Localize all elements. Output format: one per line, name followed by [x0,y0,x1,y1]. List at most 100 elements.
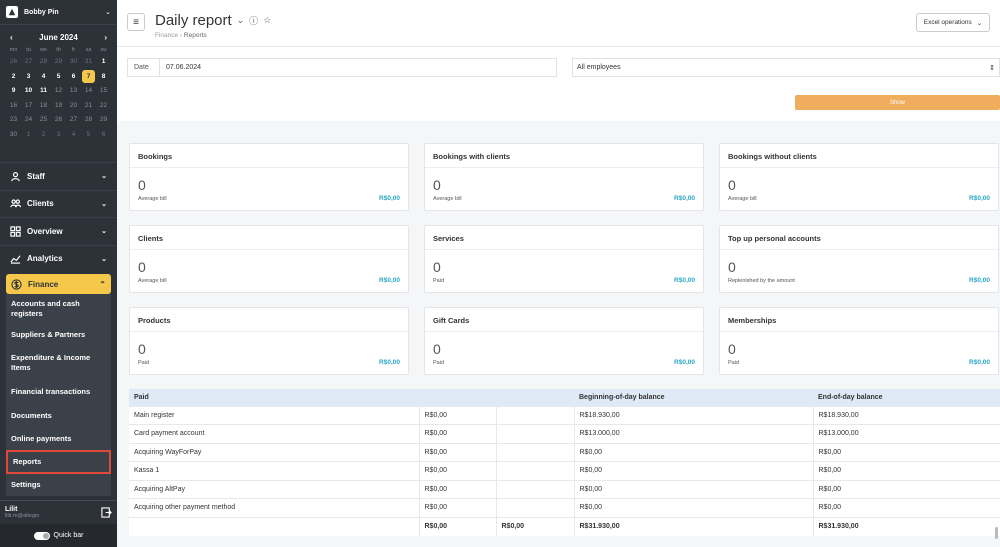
col-blank-2 [496,389,574,406]
calendar-day[interactable]: 20 [66,99,81,114]
calendar-day-selected[interactable]: 7 [81,69,96,85]
card-subtitle: Paid [433,360,445,366]
submenu-settings[interactable]: Settings [6,474,111,496]
nav-clients[interactable]: Clients ⌄ [0,189,117,218]
chevron-down-icon: ⌄ [976,19,983,27]
calendar-day[interactable]: 24 [21,113,36,128]
logout-icon[interactable] [101,507,112,518]
calendar-day[interactable]: 31 [81,55,96,70]
calendar-day[interactable]: 12 [51,84,66,99]
page-header: ≡ Daily report ⌄ ⓘ ☆ Finance › Reports E… [117,0,1000,46]
calendar-day-number: 3 [56,130,61,138]
nav-overview[interactable]: Overview ⌄ [0,217,117,245]
calendar-day[interactable]: 15 [96,84,111,99]
calendar-day[interactable]: 27 [66,113,81,128]
calendar-day[interactable]: 28 [81,113,96,128]
calendar-day[interactable]: 14 [81,84,96,99]
menu-toggle-button[interactable]: ≡ [127,13,145,31]
card-subtitle: Average bill [728,196,757,202]
calendar-day[interactable]: 18 [36,99,51,114]
table-total-cell: R$31.930,00 [574,516,814,536]
calendar-day-number: 26 [9,58,18,65]
calendar-day[interactable]: 28 [36,55,51,70]
calendar-day[interactable]: 6 [66,70,81,85]
breadcrumb-finance[interactable]: Finance [155,32,178,39]
card-title: Gift Cards [425,308,703,332]
calendar-day[interactable]: 25 [36,113,51,128]
toggle-switch[interactable] [33,531,50,540]
calendar-day-number: 18 [39,101,48,109]
calendar-day[interactable]: 3 [21,70,36,85]
page-title[interactable]: Daily report [155,12,232,29]
calendar-day[interactable]: 2 [6,70,21,85]
employee-select[interactable]: All employees ⇕ [572,58,1000,77]
calendar-day[interactable]: 8 [96,70,111,85]
submenu-reports[interactable]: Reports [6,450,111,474]
card-amount: R$0,00 [969,277,990,284]
breadcrumb: Finance › Reports [155,32,990,39]
excel-operations-button[interactable]: Excel operations ⌄ [916,13,990,32]
calendar-day[interactable]: 29 [96,113,111,128]
nav-finance[interactable]: Finance ⌃ [6,274,111,294]
clients-icon [10,198,22,210]
info-icon[interactable]: ⓘ [249,14,258,27]
calendar-day[interactable]: 16 [6,99,21,114]
calendar-day[interactable]: 23 [6,113,21,128]
chevron-down-icon[interactable]: ⌄ [237,15,245,26]
table-total-cell [129,516,420,536]
scrollbar[interactable] [995,527,998,539]
submenu-suppliers[interactable]: Suppliers & Partners [6,324,111,346]
calendar-day-number: 6 [71,72,76,80]
summary-card: Bookings 0 Average bill R$0,00 [129,143,409,211]
calendar-day[interactable]: 30 [66,55,81,70]
calendar-day[interactable]: 11 [36,84,51,99]
calendar-day[interactable]: 4 [36,70,51,85]
card-title: Bookings [130,144,408,168]
calendar-prev-button[interactable]: ‹ [10,33,13,42]
star-icon[interactable]: ☆ [263,15,271,26]
show-button[interactable]: Show [795,95,1000,110]
calendar-day[interactable]: 5 [51,70,66,85]
nav-analytics[interactable]: Analytics ⌄ [0,244,117,273]
calendar-day-number: 25 [39,116,48,123]
calendar-day[interactable]: 17 [21,99,36,114]
submenu-documents[interactable]: Documents [6,404,111,427]
calendar-day[interactable]: 10 [21,84,36,99]
calendar-day[interactable]: 2 [36,128,51,143]
calendar-day[interactable]: 6 [96,128,111,143]
calendar-day[interactable]: 27 [21,55,36,70]
calendar-day[interactable]: 22 [96,99,111,114]
calendar-day[interactable]: 29 [51,55,66,70]
submenu-transactions[interactable]: Financial transactions [6,380,111,404]
card-amount: R$0,00 [674,359,695,366]
calendar-day[interactable]: 13 [66,84,81,99]
calendar-day-number: 4 [41,72,46,80]
calendar-day[interactable]: 21 [81,99,96,114]
calendar-day[interactable]: 26 [6,55,21,70]
date-field[interactable]: Date 07.06.2024 [127,58,557,77]
calendar-day[interactable]: 4 [66,128,81,143]
calendar-day-number: 29 [54,58,63,65]
calendar-next-button[interactable]: › [104,33,107,42]
card-subtitle: Paid [433,278,445,284]
user-switcher[interactable]: Bobby Pin ⌄ [0,0,117,25]
calendar-day[interactable]: 30 [6,128,21,143]
calendar-day[interactable]: 1 [96,55,111,70]
calendar-weekday: fr [71,47,76,53]
quick-bar-toggle[interactable]: Quick bar [0,524,117,547]
calendar-day[interactable]: 3 [51,128,66,143]
calendar-day[interactable]: 5 [81,128,96,143]
calendar-day[interactable]: 9 [6,84,21,99]
calendar-day[interactable]: 26 [51,113,66,128]
table-cell: R$0,00 [419,442,497,462]
nav-staff[interactable]: Staff ⌄ [0,162,117,190]
table-total-row: R$0,00 R$0,00 R$31.930,00 R$31.930,00 [129,516,1000,536]
table-row: Acquiring other payment method R$0,00 R$0,… [129,498,1000,517]
excel-operations-label: Excel operations [923,19,972,26]
calendar-day[interactable]: 1 [21,128,36,143]
date-input[interactable]: 07.06.2024 [160,64,201,71]
submenu-expenditure[interactable]: Expenditure & Income Items [6,346,111,380]
submenu-online-payments[interactable]: Online payments [6,427,111,450]
submenu-accounts[interactable]: Accounts and cash registers [6,294,111,324]
calendar-day[interactable]: 19 [51,99,66,114]
